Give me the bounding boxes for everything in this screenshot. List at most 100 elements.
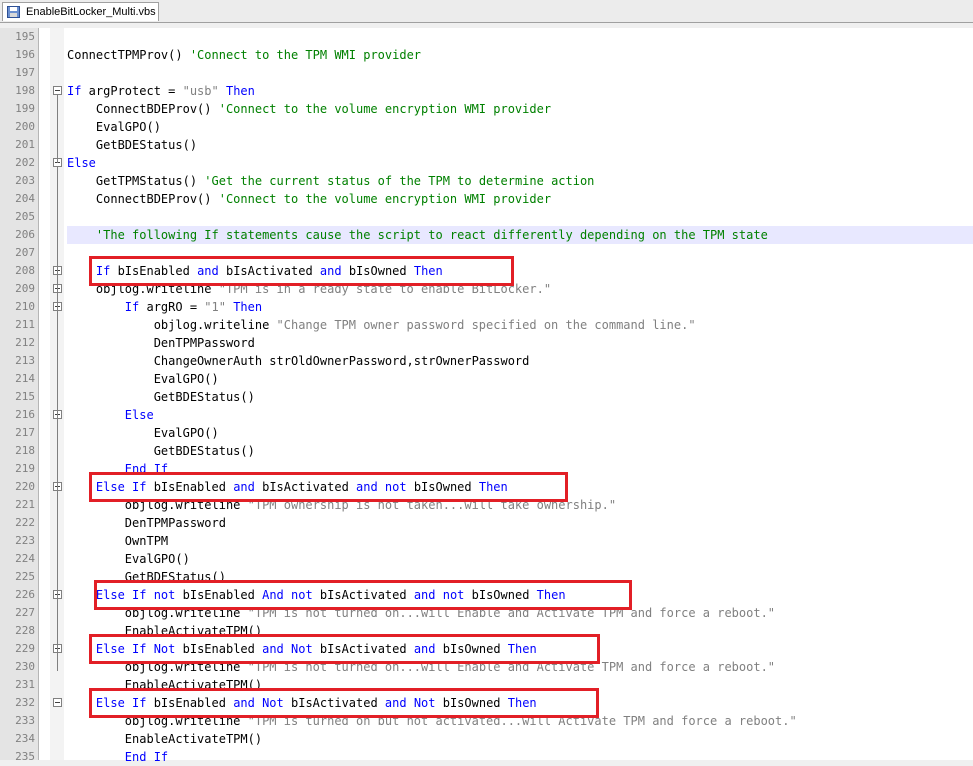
line-number: 214 <box>15 372 35 385</box>
code-line[interactable]: 200 EvalGPO() <box>0 118 973 136</box>
line-number: 223 <box>15 534 35 547</box>
line-number: 222 <box>15 516 35 529</box>
line-number: 231 <box>15 678 35 691</box>
code-line[interactable]: 195 <box>0 28 973 46</box>
comment-token: 'Get the current status of the TPM to de… <box>204 174 595 188</box>
line-number: 218 <box>15 444 35 457</box>
line-number: 217 <box>15 426 35 439</box>
code-token: GetBDEStatus() <box>67 138 198 152</box>
code-line[interactable]: 214 EvalGPO() <box>0 370 973 388</box>
code-token: argProtect = <box>81 84 183 98</box>
line-number: 203 <box>15 174 35 187</box>
code-text: DenTPMPassword <box>67 334 255 352</box>
line-number: 235 <box>15 750 35 763</box>
line-number: 227 <box>15 606 35 619</box>
code-line[interactable]: 215 GetBDEStatus() <box>0 388 973 406</box>
code-line[interactable]: 197 <box>0 64 973 82</box>
line-number: 232 <box>15 696 35 709</box>
fold-guide-line <box>57 95 58 163</box>
code-line[interactable]: 211 objlog.writeline "Change TPM owner p… <box>0 316 973 334</box>
code-line[interactable]: 206 'The following If statements cause t… <box>0 226 973 244</box>
line-number: 226 <box>15 588 35 601</box>
line-number: 200 <box>15 120 35 133</box>
code-token: DenTPMPassword <box>67 336 255 350</box>
code-text: Else <box>67 154 96 172</box>
annotation-highlight-box <box>94 580 632 610</box>
code-token: OwnTPM <box>67 534 169 548</box>
code-token: EnableActivateTPM() <box>67 732 263 746</box>
code-line[interactable]: 223 OwnTPM <box>0 532 973 550</box>
keyword-token: Else <box>67 156 96 170</box>
string-token: "Change TPM owner password specified on … <box>276 318 696 332</box>
code-line[interactable]: 204 ConnectBDEProv() 'Connect to the vol… <box>0 190 973 208</box>
code-line[interactable]: 235 End If <box>0 748 973 766</box>
code-line[interactable]: 234 EnableActivateTPM() <box>0 730 973 748</box>
code-text: EvalGPO() <box>67 424 219 442</box>
keyword-token: Else <box>124 408 154 422</box>
code-line[interactable]: 196 ConnectTPMProv() 'Connect to the TPM … <box>0 46 973 64</box>
code-editor[interactable]: 195 196 ConnectTPMProv() 'Connect to the T… <box>0 28 973 764</box>
code-text: 'The following If statements cause the s… <box>67 226 768 244</box>
comment-token: 'Connect to the volume encryption WMI pr… <box>218 192 552 206</box>
line-number: 219 <box>15 462 35 475</box>
fold-toggle-icon[interactable] <box>53 86 62 95</box>
code-line[interactable]: 199 ConnectBDEProv() 'Connect to the vol… <box>0 100 973 118</box>
code-line[interactable]: 224 EvalGPO() <box>0 550 973 568</box>
annotation-highlight-box <box>89 256 514 286</box>
code-line[interactable]: 222 DenTPMPassword <box>0 514 973 532</box>
line-number: 195 <box>15 30 35 43</box>
line-number: 211 <box>15 318 35 331</box>
code-line[interactable]: 210 If argRO = "1" Then <box>0 298 973 316</box>
code-line[interactable]: 198 If argProtect = "usb" Then <box>0 82 973 100</box>
code-token: EvalGPO() <box>67 120 161 134</box>
line-number: 202 <box>15 156 35 169</box>
line-number: 212 <box>15 336 35 349</box>
line-number: 196 <box>15 48 35 61</box>
code-token: GetBDEStatus() <box>67 444 255 458</box>
code-text: GetBDEStatus() <box>67 388 255 406</box>
code-lines: 195 196 ConnectTPMProv() 'Connect to the T… <box>0 28 973 766</box>
line-number: 198 <box>15 84 35 97</box>
code-line[interactable]: 201 GetBDEStatus() <box>0 136 973 154</box>
line-number: 221 <box>15 498 35 511</box>
code-token: GetTPMStatus() <box>67 174 205 188</box>
annotation-highlight-box <box>89 688 599 718</box>
code-line[interactable]: 218 GetBDEStatus() <box>0 442 973 460</box>
keyword-token: Then <box>233 300 263 314</box>
line-number: 209 <box>15 282 35 295</box>
line-number: 220 <box>15 480 35 493</box>
keyword-token: If <box>124 300 140 314</box>
file-tab[interactable]: EnableBitLocker_Multi.vbs <box>2 2 159 21</box>
code-line[interactable]: 216 Else <box>0 406 973 424</box>
line-number: 205 <box>15 210 35 223</box>
keyword-token: End If <box>124 750 169 764</box>
fold-toggle-icon[interactable] <box>53 698 62 707</box>
annotation-highlight-box <box>89 472 568 502</box>
code-text: OwnTPM <box>67 532 168 550</box>
line-number: 208 <box>15 264 35 277</box>
code-line[interactable]: 203 GetTPMStatus() 'Get the current stat… <box>0 172 973 190</box>
code-text: End If <box>67 748 168 766</box>
code-line[interactable]: 202 Else <box>0 154 973 172</box>
code-text: DenTPMPassword <box>67 514 226 532</box>
code-token: objlog.writeline <box>67 318 277 332</box>
code-token: ConnectBDEProv() <box>67 192 219 206</box>
code-text: If argRO = "1" Then <box>67 298 262 316</box>
line-number: 213 <box>15 354 35 367</box>
code-line[interactable]: 213 ChangeOwnerAuth strOldOwnerPassword,… <box>0 352 973 370</box>
line-number: 207 <box>15 246 35 259</box>
code-line[interactable]: 217 EvalGPO() <box>0 424 973 442</box>
code-text: EvalGPO() <box>67 118 161 136</box>
code-text: ConnectBDEProv() 'Connect to the volume … <box>67 100 551 118</box>
file-tab-label: EnableBitLocker_Multi.vbs <box>26 6 156 18</box>
code-text: Else <box>67 406 154 424</box>
code-line[interactable]: 205 <box>0 208 973 226</box>
code-line[interactable]: 212 DenTPMPassword <box>0 334 973 352</box>
line-number: 197 <box>15 66 35 79</box>
code-text: ConnectBDEProv() 'Connect to the volume … <box>67 190 551 208</box>
line-number: 206 <box>15 228 35 241</box>
line-number: 199 <box>15 102 35 115</box>
code-text: GetBDEStatus() <box>67 442 255 460</box>
